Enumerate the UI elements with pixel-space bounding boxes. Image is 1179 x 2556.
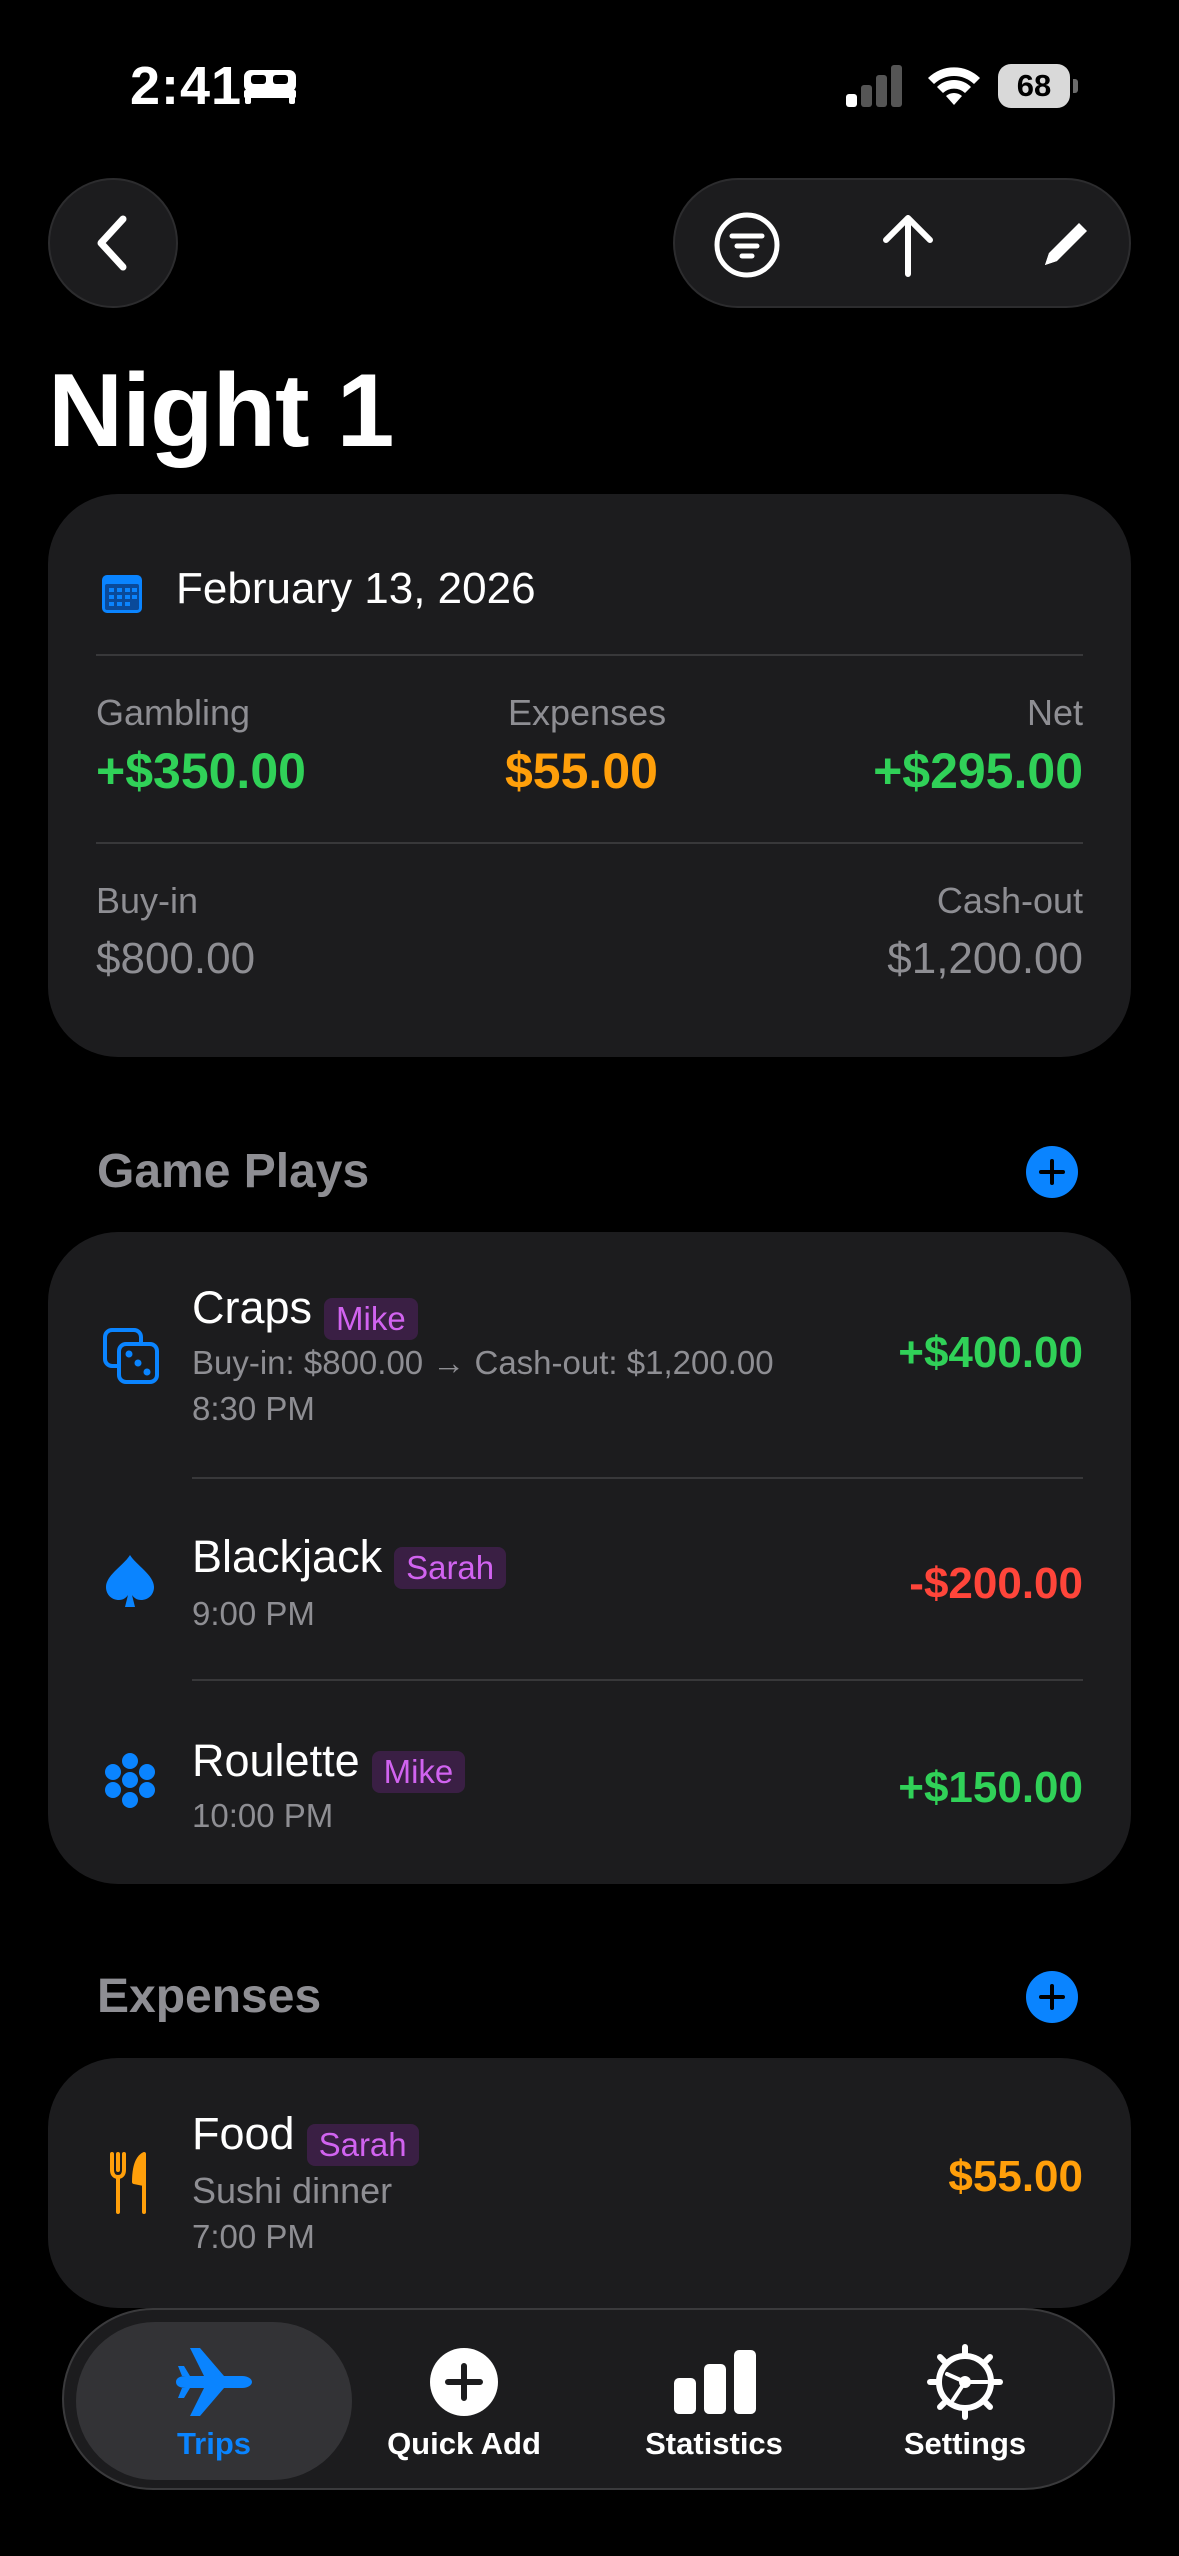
plus-icon [1039, 1984, 1065, 2010]
page-title: Night 1 [48, 353, 394, 469]
edit-button[interactable] [1025, 205, 1105, 285]
cashout-value: $1,200.00 [887, 934, 1083, 983]
expense-amount: $55.00 [948, 2152, 1083, 2201]
status-time: 2:41 [130, 56, 243, 116]
expense-note: Sushi dinner [192, 2170, 393, 2211]
plus-icon [1039, 1159, 1065, 1185]
expenses-heading: Expenses [97, 1970, 322, 2023]
calendar-icon [102, 575, 142, 613]
filter-button[interactable] [707, 205, 787, 285]
game-time: 8:30 PM [192, 1390, 315, 1427]
tab-trips[interactable]: Trips [104, 2308, 324, 2486]
game-detail: Buy-in: $800.00 → Cash-out: $1,200.00 [192, 1344, 774, 1381]
bar-chart-icon [674, 2350, 756, 2414]
player-badge: Mike [324, 1297, 418, 1340]
tab-statistics[interactable]: Statistics [604, 2308, 824, 2486]
player-badge: Mike [371, 1750, 466, 1793]
pencil-icon [1045, 223, 1087, 265]
list-item[interactable]: Roulette Mike 10:00 PM +$150.00 [48, 1681, 1131, 1884]
expenses-card: Food Sarah Sushi dinner 7:00 PM $55.00 [48, 2058, 1131, 2308]
game-name: Roulette [192, 1735, 360, 1786]
spade-icon [106, 1555, 154, 1607]
game-time: 10:00 PM [192, 1797, 334, 1834]
battery-level: 68 [1016, 68, 1052, 103]
cashout-label: Cash-out [936, 880, 1083, 921]
expense-name: Food [192, 2108, 295, 2159]
sleep-focus-icon [244, 70, 296, 104]
expenses-value: $55.00 [505, 743, 658, 799]
tab-label: Statistics [645, 2426, 783, 2461]
arrow-up-icon [883, 215, 933, 277]
add-expense-button[interactable] [1026, 1971, 1078, 2023]
roulette-icon [105, 1753, 155, 1808]
net-label: Net [1026, 692, 1083, 733]
net-value: +$295.00 [873, 743, 1083, 799]
dice-icon [103, 1328, 159, 1384]
share-button[interactable] [868, 205, 948, 285]
tab-quick-add[interactable]: Quick Add [354, 2308, 574, 2486]
tab-label: Trips [176, 2426, 252, 2461]
player-badge: Sarah [394, 1546, 507, 1589]
wifi-icon [928, 67, 980, 105]
gambling-label: Gambling [96, 692, 251, 733]
buyin-value: $800.00 [96, 934, 256, 983]
tab-label: Settings [903, 2426, 1027, 2461]
game-plays-heading: Game Plays [97, 1145, 370, 1198]
list-item[interactable]: Blackjack Sarah 9:00 PM -$200.00 [48, 1479, 1131, 1679]
back-button[interactable] [48, 178, 178, 308]
buyin-label: Buy-in [96, 880, 199, 921]
game-name: Craps [192, 1282, 313, 1333]
tab-settings[interactable]: Settings [855, 2308, 1075, 2486]
game-amount: +$150.00 [898, 1763, 1083, 1812]
game-amount: +$400.00 [898, 1328, 1083, 1377]
list-item[interactable]: Food Sarah Sushi dinner 7:00 PM $55.00 [48, 2058, 1131, 2308]
cellular-signal-icon [846, 65, 902, 107]
plus-circle-icon [430, 2348, 498, 2416]
toolbar-actions [673, 178, 1131, 308]
battery-indicator: 68 [998, 64, 1078, 108]
tab-label: Quick Add [387, 2426, 541, 2461]
gambling-value: +$350.00 [96, 743, 306, 799]
game-name: Blackjack [192, 1531, 383, 1582]
game-amount: -$200.00 [909, 1559, 1083, 1608]
summary-date: February 13, 2026 [176, 564, 536, 613]
game-time: 9:00 PM [192, 1595, 315, 1632]
summary-card: February 13, 2026 Gambling +$350.00 Expe… [48, 494, 1131, 1057]
expense-time: 7:00 PM [192, 2218, 315, 2255]
gear-icon [927, 2344, 1003, 2420]
filter-icon [714, 212, 780, 278]
expenses-label: Expenses [508, 692, 667, 733]
list-item[interactable]: Craps Mike Buy-in: $800.00 → Cash-out: $1… [48, 1232, 1131, 1477]
fork-knife-icon [110, 2152, 146, 2214]
game-plays-card: Craps Mike Buy-in: $800.00 → Cash-out: $1… [48, 1232, 1131, 1884]
chevron-left-icon [97, 215, 127, 271]
add-game-play-button[interactable] [1026, 1146, 1078, 1198]
airplane-icon [176, 2348, 252, 2416]
player-badge: Sarah [306, 2123, 419, 2166]
